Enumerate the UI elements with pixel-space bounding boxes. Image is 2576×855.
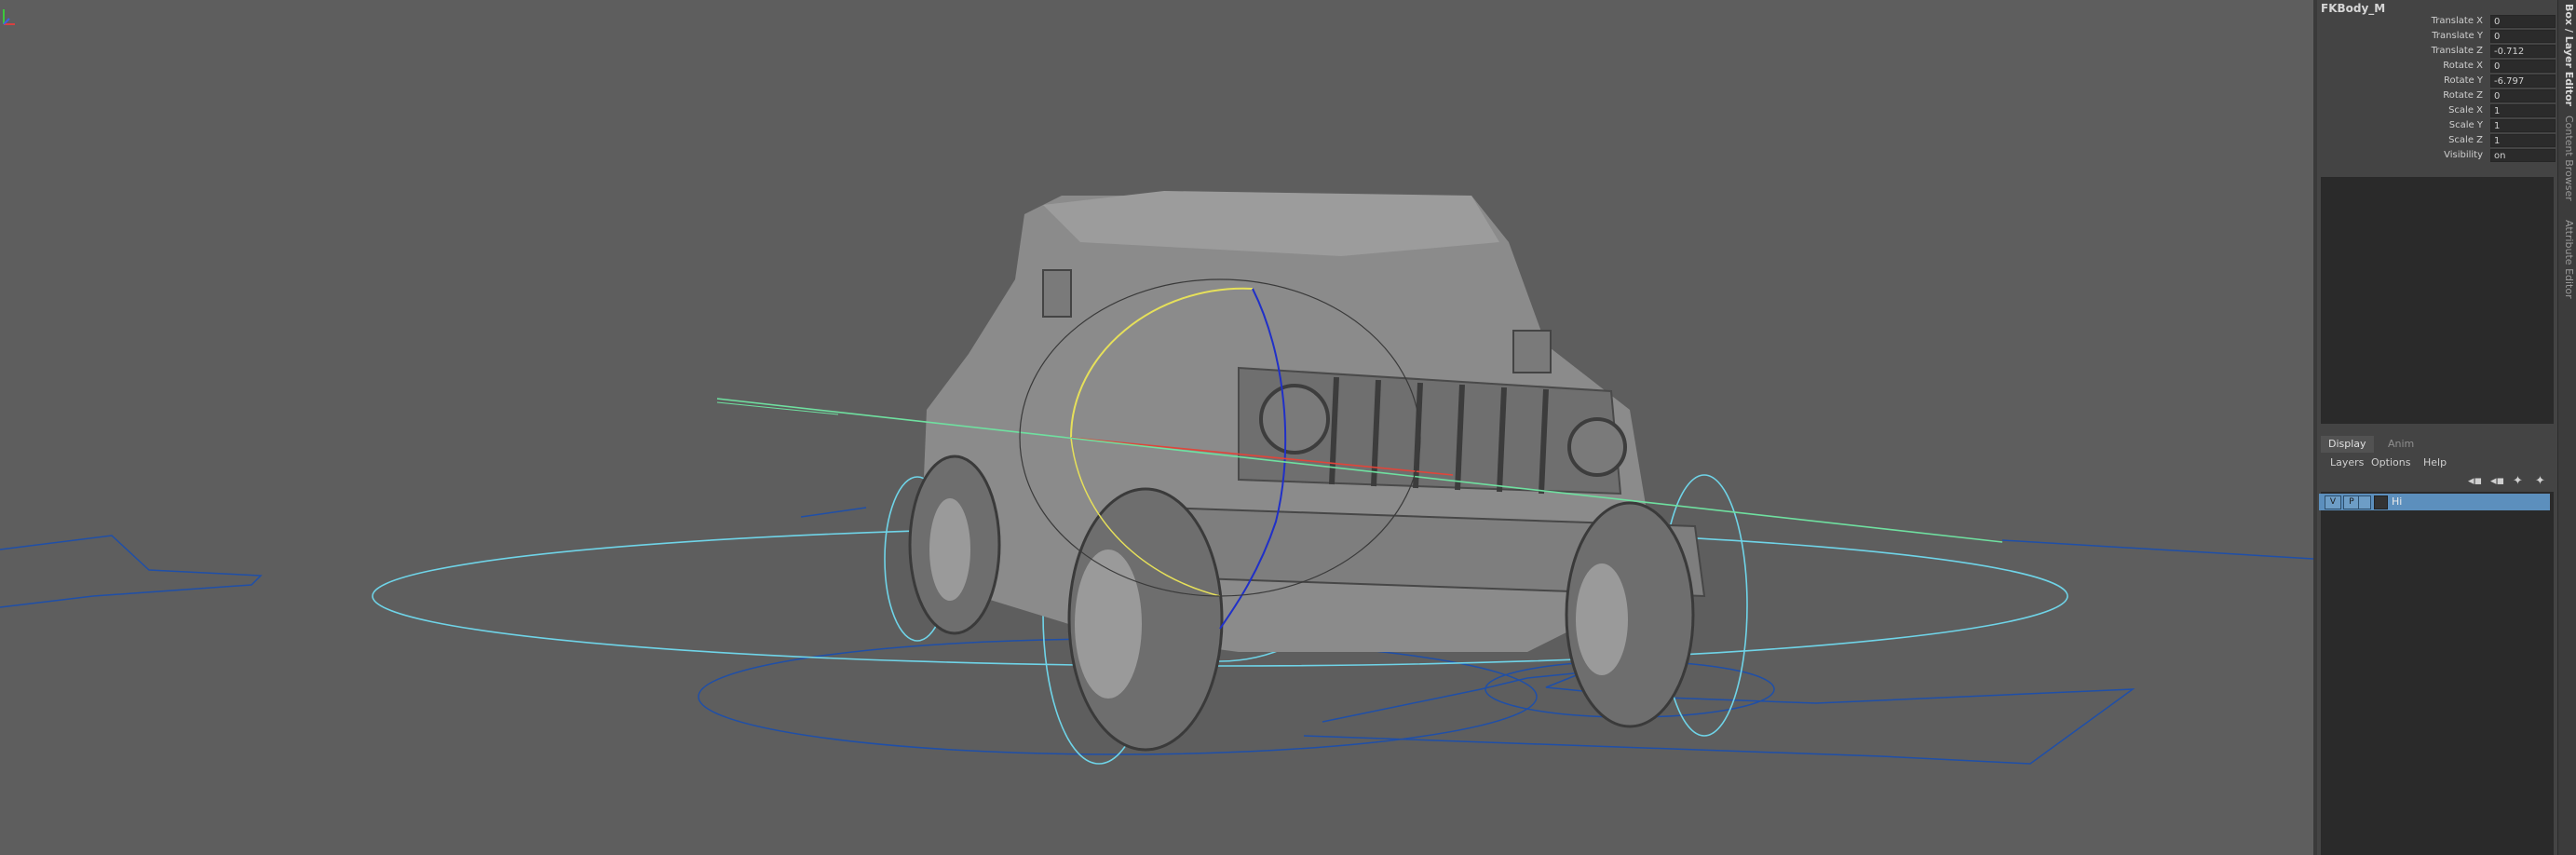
attr-row-rotate-x[interactable]: Rotate X 0 [2317,60,2557,75]
attr-value-field[interactable]: 1 [2490,119,2556,132]
attr-row-translate-y[interactable]: Translate Y 0 [2317,30,2557,45]
attr-row-scale-z[interactable]: Scale Z 1 [2317,134,2557,149]
attr-row-translate-x[interactable]: Translate X 0 [2317,15,2557,30]
attr-value-field[interactable]: on [2490,149,2556,162]
node-name[interactable]: FKBody_M [2321,2,2385,15]
new-layer-selected-icon[interactable]: ✦ [2535,474,2545,488]
layer-list [2321,492,2554,855]
attr-value-field[interactable]: 0 [2490,89,2556,102]
attr-value-field[interactable]: -6.797 [2490,75,2556,88]
viewport-scene [0,191,2313,765]
attr-row-rotate-y[interactable]: Rotate Y -6.797 [2317,75,2557,89]
attr-row-rotate-z[interactable]: Rotate Z 0 [2317,89,2557,104]
attr-value-field[interactable]: 1 [2490,134,2556,147]
attr-value-field[interactable]: 0 [2490,15,2556,28]
3d-viewport[interactable] [0,0,2313,855]
tab-content-browser[interactable]: Content Browser [2560,115,2575,201]
attr-label[interactable]: Translate Z [2432,46,2483,56]
attr-label[interactable]: Scale Y [2449,120,2483,130]
attr-value-field[interactable]: 0 [2490,30,2556,43]
attr-label[interactable]: Rotate X [2443,61,2483,71]
attr-label[interactable]: Visibility [2444,150,2483,160]
layer-row[interactable]: V P Hi [2319,494,2550,510]
tab-attribute-editor[interactable]: Attribute Editor [2560,220,2575,299]
axis-indicator-icon [3,9,15,25]
layer-display-type-toggle[interactable] [2358,495,2371,509]
tab-channel-box-layer-editor[interactable]: Box / Layer Editor [2560,4,2575,106]
side-tab-bar: Box / Layer Editor Content Browser Attri… [2557,0,2576,855]
attr-label[interactable]: Translate X [2432,16,2483,26]
tab-display[interactable]: Display [2321,436,2374,453]
attr-row-scale-y[interactable]: Scale Y 1 [2317,119,2557,134]
layer-name[interactable]: Hi [2392,495,2402,508]
attr-row-translate-z[interactable]: Translate Z -0.712 [2317,45,2557,60]
attr-label[interactable]: Scale Z [2448,135,2483,145]
menu-help[interactable]: Help [2423,456,2447,468]
channel-box-empty-area [2321,177,2554,424]
move-layer-up-icon[interactable]: ◂▪ [2468,474,2482,488]
attr-label[interactable]: Scale X [2448,105,2483,115]
attr-label[interactable]: Translate Y [2432,31,2483,41]
layer-visibility-toggle[interactable]: V [2325,495,2341,509]
attr-label[interactable]: Rotate Y [2444,75,2483,86]
attr-row-visibility[interactable]: Visibility on [2317,149,2557,164]
channel-box-panel: FKBody_M Translate X 0 Translate Y 0 Tra… [2317,0,2557,855]
tab-anim[interactable]: Anim [2380,436,2421,453]
move-layer-down-icon[interactable]: ◂▪ [2490,474,2504,488]
attr-row-scale-x[interactable]: Scale X 1 [2317,104,2557,119]
layer-editor: Display Anim Layers Options Help ◂▪ ◂▪ ✦… [2317,432,2557,855]
layer-color-swatch[interactable] [2374,495,2388,509]
attr-value-field[interactable]: 0 [2490,60,2556,73]
attr-value-field[interactable]: -0.712 [2490,45,2556,58]
attr-value-field[interactable]: 1 [2490,104,2556,117]
menu-options[interactable]: Options [2371,456,2410,468]
menu-layers[interactable]: Layers [2330,456,2364,468]
attr-label[interactable]: Rotate Z [2443,90,2483,101]
new-layer-icon[interactable]: ✦ [2513,474,2523,488]
